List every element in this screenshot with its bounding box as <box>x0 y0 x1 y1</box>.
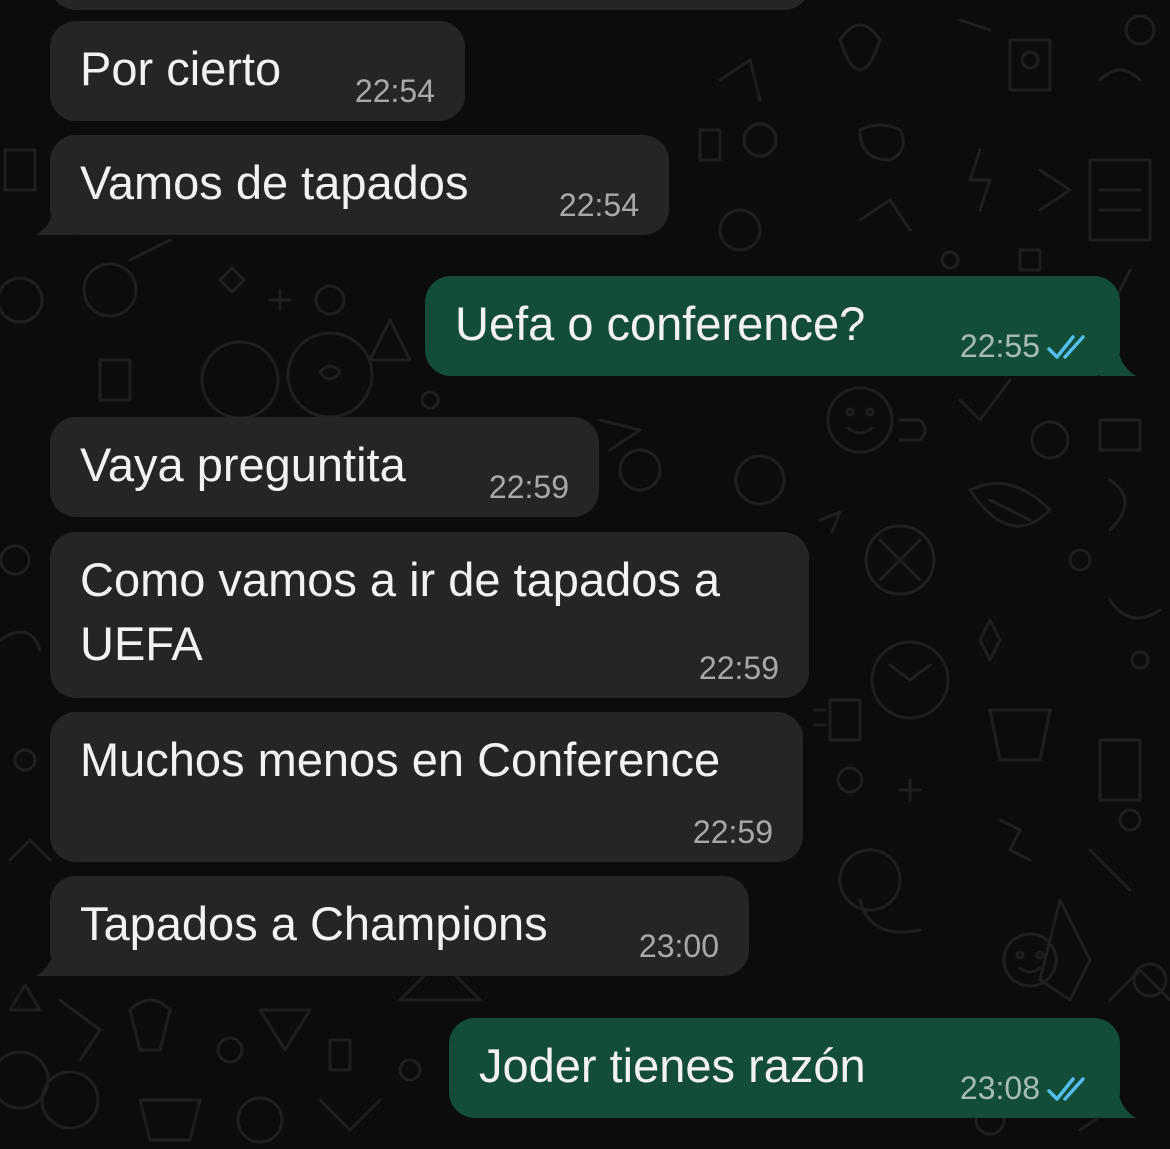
bubble-tail-incoming <box>36 936 72 976</box>
message-bubble-incoming[interactable]: Vaya preguntita 22:59 <box>50 417 599 517</box>
message-text: Muchos menos en Conference <box>80 733 721 786</box>
message-time: 22:54 <box>354 73 435 109</box>
double-check-icon <box>1047 335 1085 359</box>
chat-area[interactable]: Por cierto 22:54 Vamos de tapados 22:54 … <box>0 0 1170 1149</box>
previous-message-bubble-edge <box>50 0 810 10</box>
message-meta: 23:08 <box>960 1068 1092 1108</box>
message-bubble-incoming[interactable]: Tapados a Champions 23:00 <box>50 876 749 976</box>
message-bubble-incoming[interactable]: Muchos menos en Conference 22:59 <box>50 712 803 862</box>
message-time: 22:59 <box>692 814 773 850</box>
message-text-line-1: Como vamos a ir de tapados a <box>80 553 721 606</box>
bubble-tail-outgoing <box>1100 1078 1136 1118</box>
message-time: 23:08 <box>959 1070 1040 1106</box>
message-bubble-incoming[interactable]: Por cierto 22:54 <box>50 21 465 121</box>
message-text: Vamos de tapados <box>80 156 469 209</box>
message-bubble-incoming[interactable]: Como vamos a ir de tapados a UEFA 22:59 <box>50 532 809 698</box>
message-text: Tapados a Champions <box>80 897 548 950</box>
message-bubble-incoming[interactable]: Vamos de tapados 22:54 <box>50 135 669 235</box>
message-time: 22:54 <box>558 187 639 223</box>
message-meta: 22:55 <box>960 326 1092 366</box>
bubble-tail-incoming <box>36 195 72 235</box>
message-time: 22:59 <box>488 469 569 505</box>
message-time: 23:00 <box>638 928 719 964</box>
double-check-icon <box>1047 1077 1085 1101</box>
message-time: 22:55 <box>959 328 1040 364</box>
message-bubble-outgoing[interactable]: Joder tienes razón 23:08 <box>449 1018 1120 1118</box>
message-time: 22:59 <box>698 650 779 686</box>
message-bubble-outgoing[interactable]: Uefa o conference? 22:55 <box>425 276 1120 376</box>
bubble-tail-outgoing <box>1100 336 1136 376</box>
message-text-line-2: UEFA <box>80 617 203 670</box>
